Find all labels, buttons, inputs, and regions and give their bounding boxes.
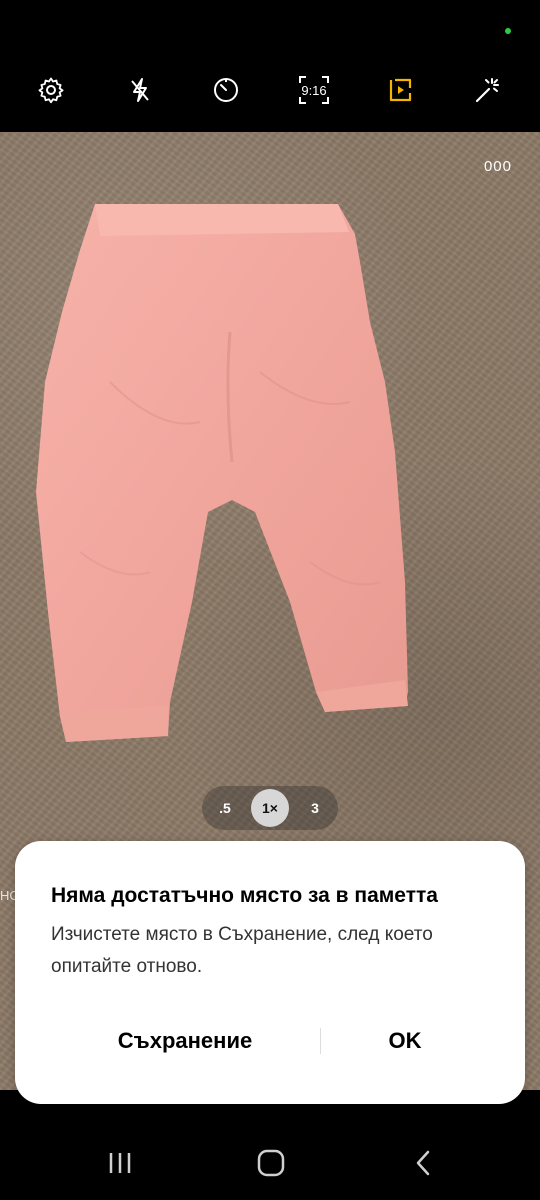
timer-icon: [214, 78, 238, 102]
ok-button[interactable]: OK: [335, 1013, 475, 1069]
system-navigation-bar: [0, 1124, 540, 1200]
recents-button[interactable]: [90, 1138, 150, 1188]
settings-button[interactable]: [25, 60, 77, 120]
home-icon: [257, 1149, 285, 1177]
zoom-selector: .5 1× 3: [202, 786, 338, 830]
filters-button[interactable]: [461, 60, 513, 120]
motion-photo-icon: [389, 78, 412, 102]
aspect-ratio-icon: 9:16: [299, 76, 329, 104]
motion-photo-button[interactable]: [375, 60, 427, 120]
aspect-ratio-label: 9:16: [301, 83, 326, 98]
aspect-ratio-button[interactable]: 9:16: [288, 60, 340, 120]
zoom-0-5-button[interactable]: .5: [206, 789, 244, 827]
magic-wand-icon: [475, 78, 499, 103]
recents-icon: [109, 1153, 131, 1173]
zoom-3x-button[interactable]: 3: [296, 789, 334, 827]
gear-icon: [38, 77, 64, 104]
storage-full-dialog: Няма достатъчно място за в паметта Изчис…: [15, 841, 525, 1104]
flash-button[interactable]: [114, 60, 166, 120]
photo-counter: 000: [483, 158, 512, 175]
dialog-title: Няма достатъчно място за в паметта: [51, 884, 438, 907]
back-icon: [416, 1150, 430, 1176]
home-button[interactable]: [241, 1138, 301, 1188]
camera-in-use-indicator: [505, 28, 511, 34]
dialog-message: Изчистете място в Съхранение, след което…: [51, 924, 433, 977]
button-divider: [320, 1028, 321, 1054]
flash-off-icon: [131, 78, 149, 102]
camera-top-bar: 9:16: [0, 60, 540, 122]
timer-button[interactable]: [200, 60, 252, 120]
storage-button[interactable]: Съхранение: [75, 1013, 295, 1069]
zoom-1x-button[interactable]: 1×: [251, 789, 289, 827]
back-button[interactable]: [393, 1138, 453, 1188]
